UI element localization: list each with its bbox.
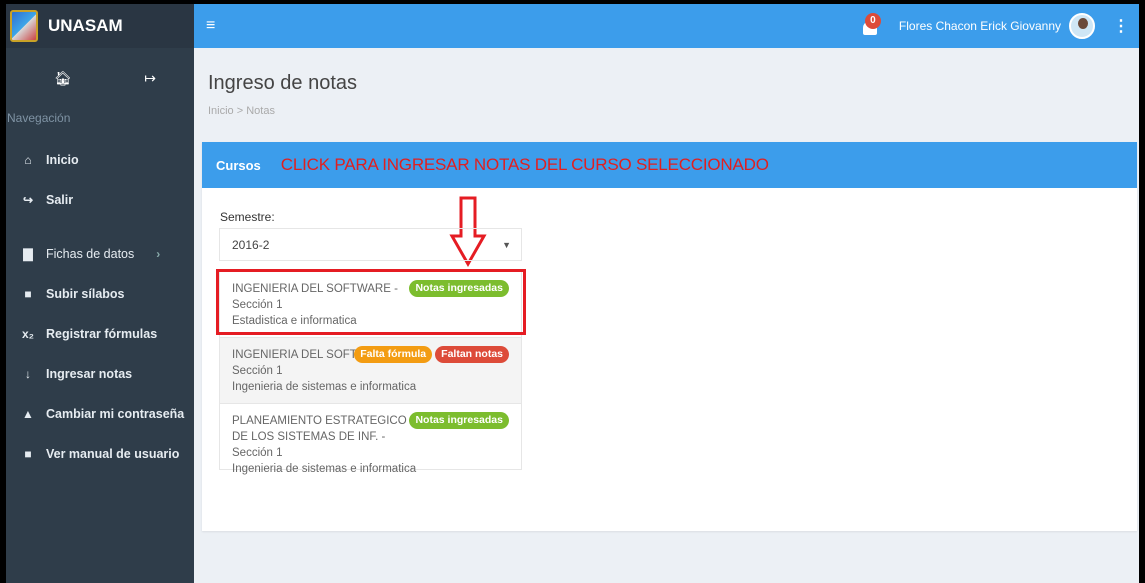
course-name: PLANEAMIENTO ESTRATEGICO DE LOS SISTEMAS… [232,415,407,459]
sidebar-item-label: Registrar fórmulas [46,327,158,341]
nav-heading: Navegación [7,111,71,125]
course-list: INGENIERIA DEL SOFTWARE - Sección 1 Esta… [216,269,526,475]
page-title: Ingreso de notas [208,72,357,94]
main-content: Ingreso de notas Inicio > Notas Cursos C… [194,48,1139,583]
sidebar-item-subir-silabos[interactable]: ■ Subir sílabos [6,274,194,314]
course-career: Ingenieria de sistemas e informatica [232,381,417,393]
sidebar-item-label: Ingresar notas [46,367,133,381]
sidebar-item-ingresar-notas[interactable]: ↓ Ingresar notas [6,354,194,394]
more-options-icon[interactable]: ⋮ [1113,16,1129,36]
subscript-icon: x₂ [21,327,34,341]
bar-chart-icon: ▇ [23,247,33,261]
unasam-logo-icon [10,10,38,42]
sign-out-icon[interactable]: ↦ [144,70,156,87]
notifications-button[interactable]: 0 [861,13,883,37]
panel-title: Cursos [216,157,261,173]
sidebar-quick-icons: 🏠︎ ↦ [6,48,194,108]
instruction-annotation: CLICK PARA INGRESAR NOTAS DEL CURSO SELE… [280,155,769,174]
status-badge: Faltan notas [435,346,509,363]
course-career: Estadistica e informatica [232,315,357,327]
notification-count-badge: 0 [864,13,881,29]
sidebar-item-label: Subir sílabos [46,287,125,301]
sign-out-icon: ↪ [22,193,34,207]
lock-icon: ▲ [22,407,34,421]
app-window: UNASAM 🏠︎ ↦ Navegación ⌂ Inicio ↪ Salir … [6,4,1139,583]
semester-value: 2016-2 [232,237,270,252]
home-icon: ⌂ [24,153,32,167]
brand[interactable]: UNASAM [6,4,194,48]
courses-panel: Cursos CLICK PARA INGRESAR NOTAS DEL CUR… [202,142,1137,531]
home-icon[interactable]: 🏠︎ [54,70,72,87]
sidebar-item-inicio[interactable]: ⌂ Inicio [6,140,194,180]
course-career: Ingenieria de sistemas e informatica [232,463,417,475]
chevron-down-icon: ▼ [502,239,511,250]
menu-toggle-icon[interactable]: ≡ [206,17,215,35]
sidebar-item-ver-manual[interactable]: ■ Ver manual de usuario [6,434,194,474]
course-item[interactable]: INGENIERIA DEL SOFTWARE I - Sección 1 In… [219,337,522,404]
sidebar-item-salir[interactable]: ↪ Salir [6,180,194,220]
course-name: INGENIERIA DEL SOFTWARE - Sección 1 [232,283,398,311]
status-badge: Falta fórmula [354,346,433,363]
course-item[interactable]: PLANEAMIENTO ESTRATEGICO DE LOS SISTEMAS… [219,403,522,475]
sidebar-item-label: Inicio [46,153,79,167]
status-badge: Notas ingresadas [409,412,509,429]
brand-name: UNASAM [48,16,123,35]
sidebar: UNASAM 🏠︎ ↦ Navegación ⌂ Inicio ↪ Salir … [6,4,194,583]
sidebar-item-cambiar-contrasena[interactable]: ▲ Cambiar mi contraseña [6,394,194,434]
sidebar-item-label: Cambiar mi contraseña [46,407,185,421]
courses-panel-header: Cursos CLICK PARA INGRESAR NOTAS DEL CUR… [202,142,1137,188]
sidebar-item-fichas-de-datos[interactable]: ▇ Fichas de datos › [6,234,194,274]
course-item[interactable]: INGENIERIA DEL SOFTWARE - Sección 1 Esta… [216,269,526,338]
status-badge: Notas ingresadas [409,280,509,297]
sort-numeric-icon: ↓ [25,367,31,381]
chevron-right-icon: › [156,247,161,261]
avatar[interactable] [1069,13,1095,39]
semester-label: Semestre: [220,210,275,224]
sidebar-item-label: Salir [46,193,74,207]
sidebar-item-label: Fichas de datos [46,247,135,261]
book-icon: ■ [24,447,32,461]
book-icon: ■ [24,287,32,301]
user-name[interactable]: Flores Chacon Erick Giovanny [899,19,1061,33]
semester-select[interactable]: 2016-2 ▼ [219,228,522,261]
top-navbar: ≡ 0 Flores Chacon Erick Giovanny ⋮ [194,4,1139,48]
sidebar-item-registrar-formulas[interactable]: x₂ Registrar fórmulas [6,314,194,354]
breadcrumb[interactable]: Inicio > Notas [208,105,275,117]
sidebar-item-label: Ver manual de usuario [46,447,180,461]
